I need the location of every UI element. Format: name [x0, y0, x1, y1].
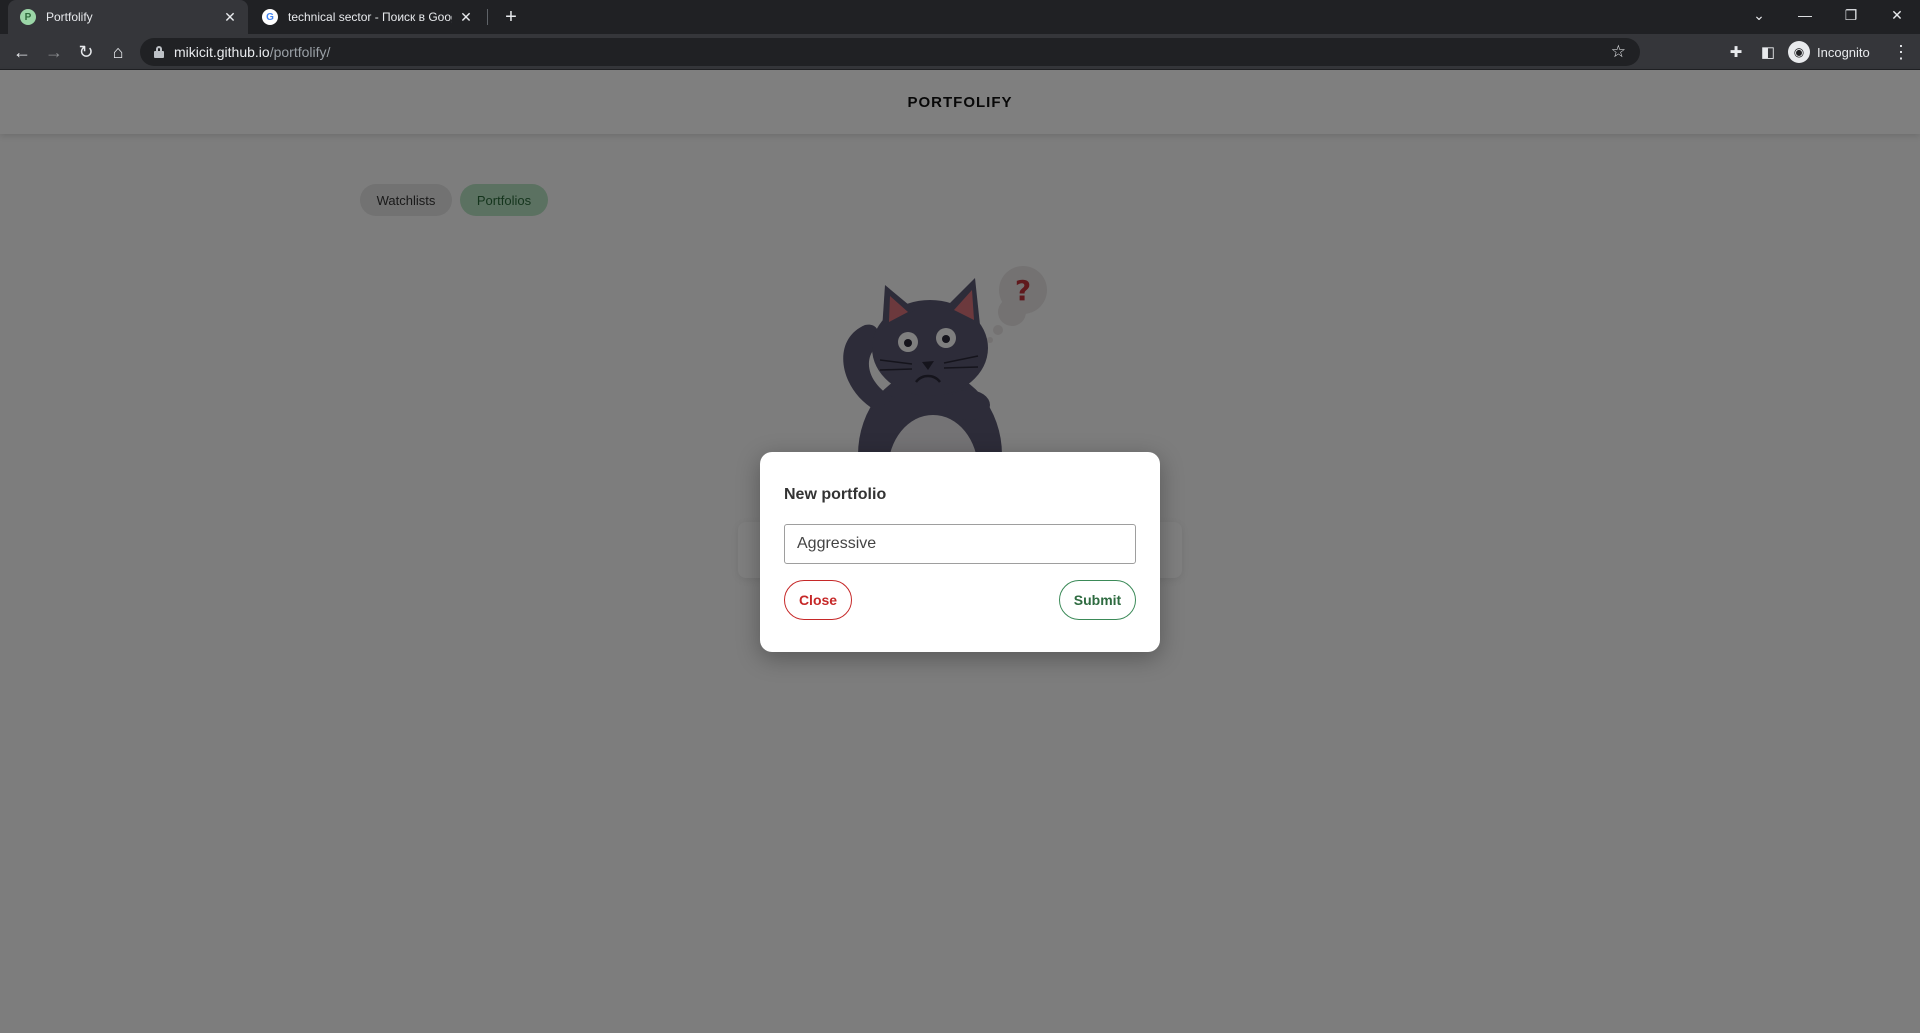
- tab-search-icon[interactable]: ⌄: [1736, 0, 1782, 30]
- submit-button[interactable]: Submit: [1059, 580, 1136, 620]
- reload-icon[interactable]: ↻: [72, 38, 100, 66]
- google-favicon-icon: G: [262, 9, 278, 25]
- profile-label: Incognito: [1817, 44, 1870, 60]
- new-tab-icon[interactable]: +: [500, 6, 522, 28]
- portfolio-name-input[interactable]: [784, 524, 1136, 564]
- tab-title: Portfolify: [46, 10, 93, 24]
- extensions-icon[interactable]: ✚: [1722, 38, 1750, 66]
- address-bar[interactable]: mikicit.github.io/portfolify/ ☆: [140, 38, 1640, 66]
- close-window-icon[interactable]: ✕: [1874, 0, 1920, 30]
- browser-tab-strip: P Portfolify ✕ G technical sector - Поис…: [0, 0, 1920, 34]
- forward-icon[interactable]: →: [40, 38, 68, 66]
- side-panel-icon[interactable]: ◧: [1754, 38, 1782, 66]
- lock-icon: [154, 46, 164, 58]
- new-portfolio-modal: New portfolio Close Submit: [760, 452, 1160, 652]
- close-button[interactable]: Close: [784, 580, 852, 620]
- portfolify-favicon-icon: P: [20, 9, 36, 25]
- restore-icon[interactable]: ❐: [1828, 0, 1874, 30]
- tab-title: technical sector - Поиск в Googl: [288, 10, 452, 24]
- close-tab-icon[interactable]: ✕: [222, 9, 238, 26]
- url-path: /portfolify/: [269, 44, 331, 60]
- browser-menu-icon[interactable]: ⋮: [1890, 38, 1912, 66]
- tab-divider: [487, 9, 488, 25]
- incognito-icon: ◉: [1788, 41, 1810, 63]
- tab-google-search[interactable]: G technical sector - Поиск в Googl ✕: [252, 0, 484, 34]
- back-icon[interactable]: ←: [8, 38, 36, 66]
- minimize-icon[interactable]: —: [1782, 0, 1828, 30]
- modal-title: New portfolio: [784, 486, 887, 503]
- bookmark-star-icon[interactable]: ☆: [1611, 42, 1626, 62]
- browser-toolbar: ← → ↻ ⌂ mikicit.github.io/portfolify/ ☆ …: [0, 34, 1920, 70]
- home-icon[interactable]: ⌂: [104, 38, 132, 66]
- url-host: mikicit.github.io: [174, 44, 270, 60]
- close-tab-icon[interactable]: ✕: [458, 9, 474, 26]
- incognito-profile[interactable]: ◉ Incognito: [1788, 39, 1870, 65]
- tab-portfolify[interactable]: P Portfolify ✕: [8, 0, 248, 34]
